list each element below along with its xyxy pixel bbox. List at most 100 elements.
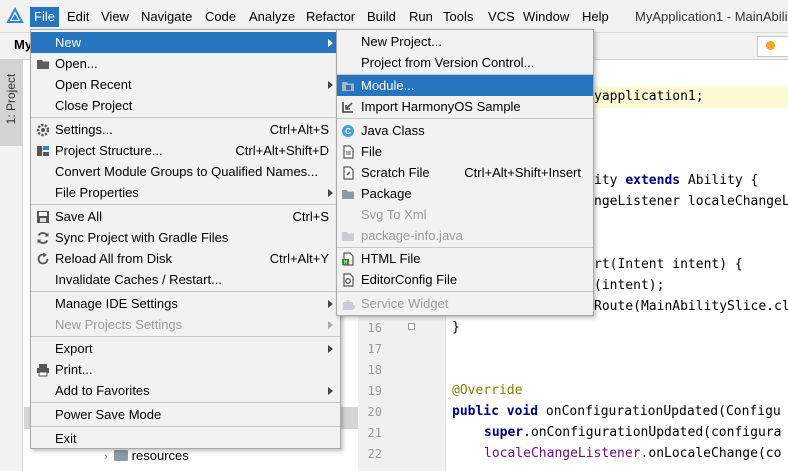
menu-refactor[interactable]: Refactor — [302, 7, 359, 27]
run-config-selector[interactable] — [757, 36, 788, 57]
menu-item-package-info: package-info.java — [337, 225, 593, 246]
menu-item-package[interactable]: Package — [337, 183, 593, 204]
code-line: localeChangeListener.onLocaleChange(co — [484, 446, 782, 461]
menu-item-export[interactable]: Export — [31, 338, 340, 359]
menu-separator — [31, 336, 340, 337]
submenu-arrow-icon — [328, 189, 333, 197]
menu-item-close-project[interactable]: Close Project — [31, 95, 340, 116]
tree-item-resources[interactable]: › resources — [104, 448, 189, 468]
submenu-arrow-icon — [328, 345, 333, 353]
menu-item-save-all[interactable]: Save All Ctrl+S — [31, 206, 340, 227]
tool-window-strip: 1: Project — [0, 60, 23, 471]
fold-marker-icon[interactable] — [408, 323, 415, 330]
folder-icon — [113, 450, 128, 461]
menu-navigate[interactable]: Navigate — [137, 7, 196, 27]
menu-item-open[interactable]: Open... — [31, 53, 340, 74]
line-number: 21 — [367, 426, 382, 440]
menu-item-reload-from-disk[interactable]: Reload All from Disk Ctrl+Alt+Y — [31, 248, 340, 269]
project-structure-icon — [37, 146, 49, 156]
menu-item-power-save-mode[interactable]: Power Save Mode — [31, 404, 340, 425]
svg-text:H: H — [344, 260, 348, 266]
menu-item-html-file[interactable]: H HTML File — [337, 248, 593, 269]
svg-text:C: C — [345, 127, 351, 136]
menu-view[interactable]: View — [97, 7, 133, 27]
menu-item-sync-gradle[interactable]: Sync Project with Gradle Files — [31, 227, 340, 248]
menu-item-invalidate-caches[interactable]: Invalidate Caches / Restart... — [31, 269, 340, 290]
code-line: ity extends Ability { — [594, 173, 759, 188]
menu-code[interactable]: Code — [201, 7, 240, 27]
module-icon — [342, 82, 354, 91]
code-line: yapplication1; — [594, 89, 704, 104]
menu-item-file[interactable]: File — [337, 141, 593, 162]
java-class-icon: C — [342, 125, 354, 137]
print-icon — [37, 364, 49, 377]
package-icon — [342, 190, 354, 199]
menu-run[interactable]: Run — [405, 7, 437, 27]
menu-build[interactable]: Build — [363, 7, 400, 27]
menu-item-manage-ide-settings[interactable]: Manage IDE Settings — [31, 293, 340, 314]
menu-separator — [31, 426, 340, 427]
code-line: Route(MainAbilitySlice.cl — [594, 299, 788, 314]
project-tool-button[interactable]: 1: Project — [0, 60, 23, 146]
line-number: 19 — [367, 384, 382, 398]
code-line: (intent); — [594, 278, 665, 293]
menu-file[interactable]: File — [30, 7, 59, 27]
menu-item-editorconfig-file[interactable]: EditorConfig File — [337, 269, 593, 290]
menu-item-print[interactable]: Print... — [31, 359, 340, 380]
menu-item-import-harmonyos-sample[interactable]: Import HarmonyOS Sample — [337, 96, 593, 117]
file-icon — [343, 145, 354, 159]
tree-item-label: resources — [131, 448, 189, 463]
menu-window[interactable]: Window — [519, 7, 573, 27]
menu-separator — [31, 402, 340, 403]
submenu-arrow-icon — [328, 300, 333, 308]
menu-item-settings[interactable]: Settings... Ctrl+Alt+S — [31, 119, 340, 140]
menu-item-new[interactable]: New — [31, 32, 340, 53]
code-line: rt(Intent intent) { — [594, 257, 743, 272]
code-line: public void onConfigurationUpdated(Confi… — [452, 404, 781, 419]
menu-item-exit[interactable]: Exit — [31, 428, 340, 449]
line-number: 17 — [367, 342, 382, 356]
menu-item-open-recent[interactable]: Open Recent — [31, 74, 340, 95]
menu-item-add-to-favorites[interactable]: Add to Favorites — [31, 380, 340, 401]
new-submenu: New Project... Project from Version Cont… — [336, 29, 594, 316]
line-number: 20 — [367, 405, 382, 419]
menu-item-java-class[interactable]: C Java Class — [337, 120, 593, 141]
window-title: MyApplication1 - MainAbili — [635, 9, 788, 24]
code-line: super.onConfigurationUpdated(configura — [484, 425, 782, 440]
menu-item-project-from-vcs[interactable]: Project from Version Control... — [337, 52, 593, 73]
config-icon — [766, 41, 775, 50]
menu-item-project-structure[interactable]: Project Structure... Ctrl+Alt+Shift+D — [31, 140, 340, 161]
editorconfig-icon — [343, 273, 354, 287]
line-number: 18 — [367, 363, 382, 377]
gear-icon — [36, 123, 50, 137]
submenu-arrow-icon — [328, 387, 333, 395]
file-menu: New Open... Open Recent Close Project Se… — [30, 29, 341, 449]
menu-separator — [31, 291, 340, 292]
menu-item-module[interactable]: Module... — [337, 75, 593, 96]
code-line: @Override — [452, 383, 523, 398]
folder-icon — [37, 60, 49, 69]
menu-separator — [337, 118, 593, 119]
submenu-arrow-icon — [328, 81, 333, 89]
menu-item-file-properties[interactable]: File Properties — [31, 182, 340, 203]
chevron-right-icon[interactable]: › — [104, 451, 108, 463]
import-icon — [342, 102, 353, 113]
menu-item-convert-module-groups[interactable]: Convert Module Groups to Qualified Names… — [31, 161, 340, 182]
service-widget-icon — [343, 300, 355, 310]
menu-help[interactable]: Help — [578, 7, 613, 27]
submenu-arrow-icon — [328, 321, 333, 329]
harmonyos-logo-icon[interactable] — [6, 7, 24, 25]
menu-item-service-widget: Service Widget — [337, 293, 593, 314]
menu-item-new-project[interactable]: New Project... — [337, 31, 593, 52]
menu-item-scratch-file[interactable]: Scratch File Ctrl+Alt+Shift+Insert — [337, 162, 593, 183]
line-number: 16 — [367, 321, 382, 335]
menu-tools[interactable]: Tools — [439, 7, 477, 27]
menu-separator — [31, 204, 340, 205]
menu-separator — [337, 291, 593, 292]
menu-vcs[interactable]: VCS — [484, 7, 519, 27]
package-info-icon — [342, 232, 354, 241]
menu-item-new-projects-settings: New Projects Settings — [31, 314, 340, 335]
menu-analyze[interactable]: Analyze — [245, 7, 299, 27]
menu-item-svg-to-xml: Svg To Xml — [361, 207, 427, 222]
menu-edit[interactable]: Edit — [63, 7, 93, 27]
